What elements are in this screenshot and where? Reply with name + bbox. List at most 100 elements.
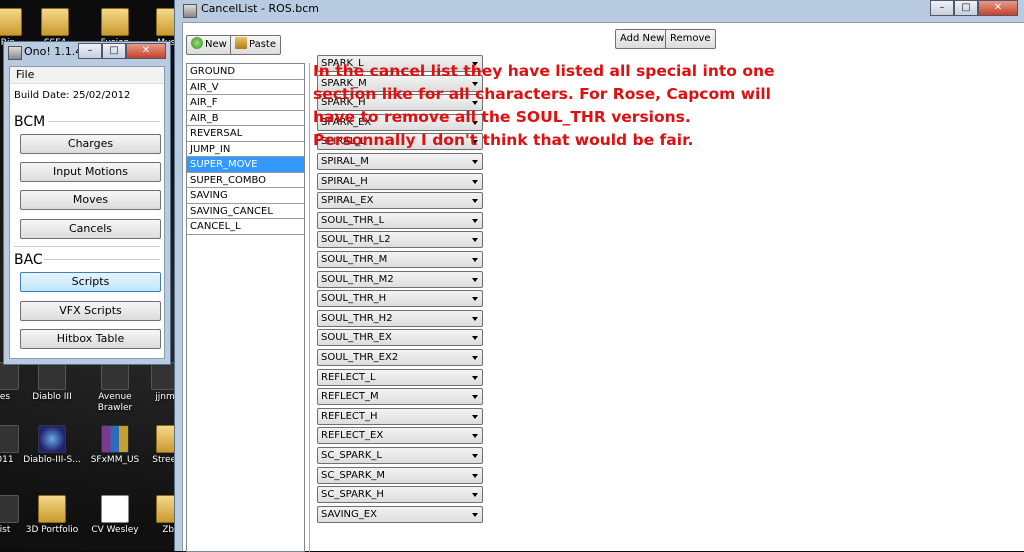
move-combo-box[interactable]: SOUL_THR_H2 [317, 309, 483, 327]
section-divider [14, 246, 160, 247]
chevron-down-icon [472, 179, 478, 184]
moves-button[interactable]: Moves [20, 190, 161, 210]
close-button[interactable]: ✕ [126, 43, 166, 59]
cancel-list-titlebar[interactable]: CancelList - ROS.bcm – □ ✕ [175, 0, 1024, 20]
build-date: Build Date: 25/02/2012 [14, 90, 131, 101]
folder-icon [0, 8, 22, 36]
document-icon [101, 495, 129, 523]
move-combo-box[interactable]: SC_SPARK_L [317, 447, 483, 464]
remove-button[interactable]: Remove [665, 29, 716, 49]
close-button[interactable]: ✕ [978, 0, 1018, 16]
move-combo-value: SOUL_THR_EX [321, 332, 392, 344]
desktop-icon-label: SFxMM_US [90, 455, 140, 465]
chevron-down-icon [472, 218, 478, 223]
move-combo-box[interactable]: SAVING_EX [317, 505, 483, 523]
plus-icon [191, 37, 203, 49]
list-item[interactable]: AIR_F [187, 95, 304, 111]
app-icon [183, 4, 197, 18]
list-item[interactable]: AIR_V [187, 80, 304, 95]
maximize-button[interactable]: □ [954, 0, 978, 16]
move-combo-box[interactable]: SOUL_THR_EX2 [317, 349, 483, 366]
chevron-down-icon [472, 512, 478, 517]
input-motions-button[interactable]: Input Motions [20, 162, 161, 182]
ono-window-controls: – □ ✕ [78, 43, 166, 59]
bcm-divider [48, 121, 160, 122]
chevron-down-icon [472, 356, 478, 360]
desktop-icon[interactable]: 3D Portfolio [22, 495, 82, 536]
chevron-down-icon [472, 336, 478, 341]
move-combo-box[interactable]: SOUL_THR_M2 [317, 270, 483, 288]
cancel-group-list[interactable]: GROUND AIR_V AIR_F AIR_B REVERSAL JUMP_IN SUPE… [186, 63, 305, 552]
move-combo-value: SOUL_THR_H [321, 293, 387, 305]
paste-button[interactable]: Paste [230, 35, 281, 55]
charges-button[interactable]: Charges [20, 134, 161, 154]
chevron-down-icon [472, 297, 478, 302]
list-item[interactable]: REVERSAL [187, 126, 304, 142]
folder-icon [38, 495, 66, 523]
list-item[interactable]: SUPER_COMBO [187, 173, 304, 188]
move-combo-box[interactable]: SPIRAL_M [317, 153, 483, 170]
bac-divider [44, 259, 160, 260]
move-combo-box[interactable]: SOUL_THR_M [317, 251, 483, 268]
list-splitter[interactable] [309, 63, 310, 552]
chevron-down-icon [472, 434, 478, 439]
new-button[interactable]: New [186, 35, 232, 55]
minimize-button[interactable]: – [930, 0, 954, 16]
desktop-icon-label: CV Wesley [91, 525, 139, 535]
paste-button-label: Paste [249, 39, 276, 50]
move-combo-box[interactable]: SPIRAL_H [317, 172, 483, 190]
scripts-button[interactable]: Scripts [20, 272, 161, 292]
annotation-text: In the cancel list they have listed all … [313, 60, 813, 152]
application-icon [38, 362, 66, 390]
application-icon [0, 425, 19, 453]
folder-icon [101, 8, 129, 36]
move-combo-value: SC_SPARK_H [321, 489, 384, 501]
list-item[interactable]: AIR_B [187, 111, 304, 126]
vfx-scripts-button[interactable]: VFX Scripts [20, 301, 161, 321]
move-combo-box[interactable]: REFLECT_L [317, 368, 483, 386]
menu-file[interactable]: File [16, 68, 34, 81]
archive-icon [101, 425, 129, 453]
move-combo-box[interactable]: REFLECT_H [317, 407, 483, 425]
move-combo-box[interactable]: SPIRAL_EX [317, 192, 483, 210]
move-combo-value: REFLECT_M [321, 391, 379, 403]
list-item[interactable]: GROUND [187, 64, 304, 80]
chevron-down-icon [472, 199, 478, 204]
move-combo-box[interactable]: SOUL_THR_EX [317, 329, 483, 347]
application-icon [0, 362, 19, 390]
list-item[interactable]: SUPER_MOVE [187, 157, 304, 173]
move-combo-value: SPIRAL_M [321, 156, 369, 167]
annotation-line-2: section like for all characters. For Ros… [313, 85, 771, 103]
desktop-icon[interactable]: Diablo III [22, 362, 82, 403]
desktop-icon[interactable]: CV Wesley [85, 495, 145, 536]
minimize-button[interactable]: – [78, 43, 102, 59]
desktop-icon[interactable]: Diablo-III-S... [22, 425, 82, 466]
ono-window: Ono! 1.1.44... – □ ✕ File Build Date: 25… [3, 41, 171, 365]
cancels-button[interactable]: Cancels [20, 219, 161, 239]
cancel-list-window-title: CancelList - ROS.bcm [201, 2, 319, 15]
list-item[interactable]: JUMP_IN [187, 142, 304, 157]
hitbox-table-button[interactable]: Hitbox Table [20, 329, 161, 349]
chevron-down-icon [472, 454, 478, 458]
move-combo-value: SOUL_THR_H2 [321, 312, 393, 324]
list-item[interactable]: SAVING_CANCEL [187, 204, 304, 219]
ono-titlebar[interactable]: Ono! 1.1.44... – □ ✕ [4, 42, 170, 64]
move-combo-box[interactable]: REFLECT_EX [317, 427, 483, 445]
list-item[interactable]: CANCEL_L [187, 219, 304, 235]
desktop-icon-label: Diablo-III-S... [23, 455, 81, 465]
maximize-button[interactable]: □ [102, 43, 126, 59]
application-icon [0, 495, 19, 523]
new-button-label: New [205, 39, 227, 50]
add-new-button[interactable]: Add New [615, 29, 670, 49]
move-combo-box[interactable]: REFLECT_M [317, 388, 483, 406]
desktop-icon[interactable]: SFxMM_US [85, 425, 145, 466]
move-combo-box[interactable]: SOUL_THR_L [317, 211, 483, 229]
move-combo-box[interactable]: SOUL_THR_L2 [317, 231, 483, 249]
desktop-icon-label: 3D Portfolio [25, 525, 79, 535]
cancel-list-window-controls: – □ ✕ [930, 0, 1018, 16]
list-item[interactable]: SAVING [187, 188, 304, 204]
move-combo-box[interactable]: SC_SPARK_M [317, 466, 483, 484]
move-combo-box[interactable]: SC_SPARK_H [317, 486, 483, 504]
move-combo-box[interactable]: SOUL_THR_H [317, 290, 483, 308]
move-combo-value: SOUL_THR_EX2 [321, 352, 399, 363]
